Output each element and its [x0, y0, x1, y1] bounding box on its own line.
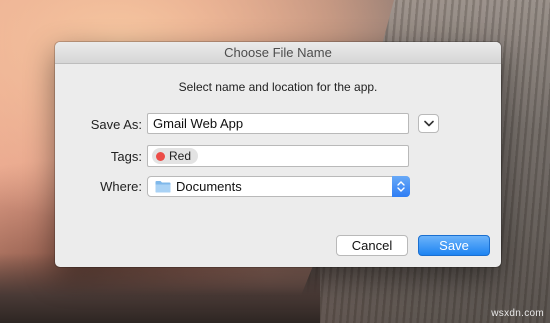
dialog-title: Choose File Name [55, 42, 501, 64]
red-tag-dot-icon [156, 151, 165, 161]
where-label: Where: [100, 179, 142, 194]
chevron-down-icon [397, 187, 405, 192]
tag-label: Red [169, 149, 192, 163]
where-location-select[interactable]: Documents [147, 176, 410, 197]
expand-dialog-button[interactable] [418, 114, 439, 133]
choose-file-name-dialog: Choose File Name Select name and locatio… [55, 42, 501, 267]
tag-chip-red[interactable]: Red [152, 148, 199, 164]
tags-field[interactable]: Red [147, 145, 409, 167]
tags-label: Tags: [110, 149, 142, 164]
watermark: wsxdn.com [491, 308, 544, 319]
save-as-label: Save As: [90, 117, 142, 132]
dialog-subtitle: Select name and location for the app. [178, 80, 378, 94]
where-selected-value: Documents [176, 179, 242, 194]
folder-icon [155, 181, 171, 193]
chevron-up-icon [397, 181, 405, 186]
chevron-down-icon [423, 120, 434, 127]
cancel-button[interactable]: Cancel [336, 235, 408, 256]
save-as-value: Gmail Web App [153, 116, 244, 131]
save-as-input[interactable]: Gmail Web App [147, 113, 409, 134]
save-button[interactable]: Save [418, 235, 490, 256]
location-stepper[interactable] [392, 176, 410, 197]
